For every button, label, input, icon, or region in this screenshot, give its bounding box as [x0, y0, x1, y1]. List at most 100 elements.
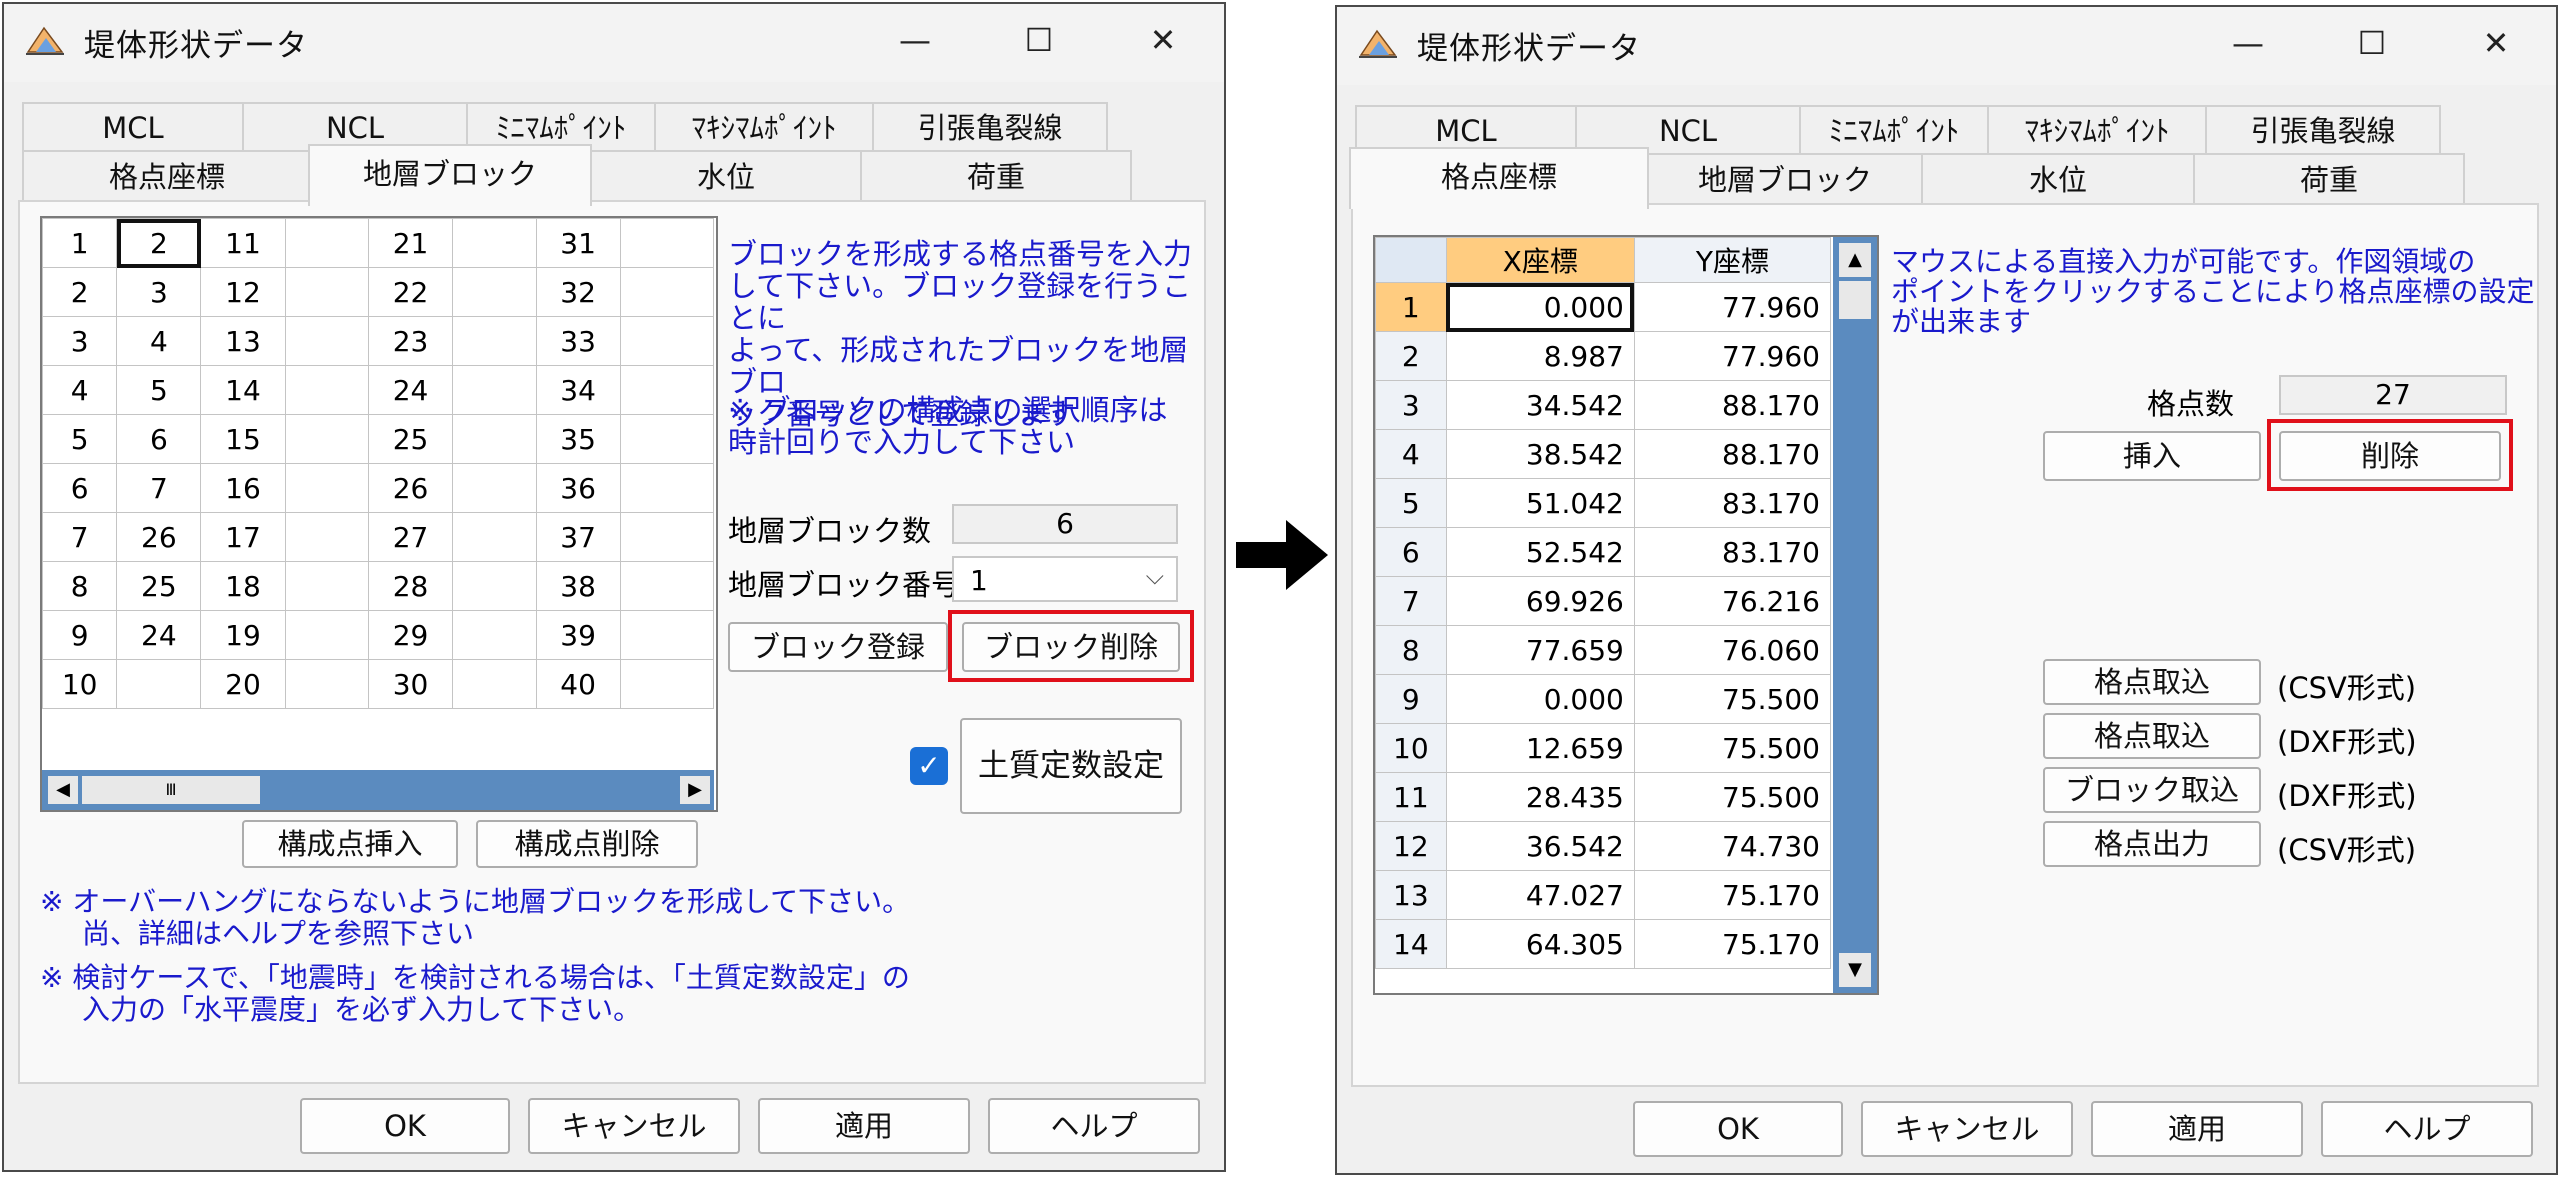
x-coordinate-cell[interactable]: 69.926 — [1445, 576, 1635, 626]
maximize-icon[interactable]: ☐ — [2341, 15, 2403, 71]
grid-cell[interactable]: 29 — [367, 610, 454, 660]
grid-cell[interactable]: 24 — [116, 610, 202, 660]
grid-cell[interactable] — [452, 365, 537, 415]
grid-cell[interactable]: 26 — [367, 463, 454, 513]
grid-cell[interactable] — [452, 316, 537, 366]
row-number[interactable]: 2 — [1375, 331, 1447, 381]
tab-node-coordinates[interactable]: 格点座標 — [1349, 147, 1649, 209]
x-coordinate-cell[interactable]: 0.000 — [1445, 674, 1635, 724]
scroll-up-icon[interactable]: ▲ — [1839, 243, 1871, 277]
grid-cell[interactable]: 39 — [535, 610, 621, 660]
row-number[interactable]: 14 — [1375, 919, 1447, 969]
block-grid[interactable]: 1 2 11 21 31 2 3 12 22 32 3 4 13 23 33 4 5 14 24 34 5 6 15 25 35… — [40, 216, 718, 812]
grid-cell[interactable] — [619, 561, 715, 611]
grid-cell[interactable]: 12 — [200, 267, 286, 317]
grid-cell[interactable]: 16 — [200, 463, 286, 513]
grid-cell[interactable]: 40 — [535, 659, 621, 709]
row-number[interactable]: 12 — [1375, 821, 1447, 871]
grid-cell[interactable]: 3 — [116, 267, 202, 317]
y-coordinate-cell[interactable]: 76.060 — [1633, 625, 1832, 675]
row-number[interactable]: 11 — [1375, 772, 1447, 822]
delete-point-button[interactable]: 構成点削除 — [476, 820, 698, 868]
x-coordinate-cell[interactable]: 51.042 — [1445, 478, 1635, 528]
row-number[interactable]: 13 — [1375, 870, 1447, 920]
tab-layer-block[interactable]: 地層ブロック — [308, 144, 592, 206]
tab-ncl[interactable]: NCL — [242, 102, 468, 150]
x-coordinate-cell[interactable]: 47.027 — [1445, 870, 1635, 920]
grid-cell[interactable]: 38 — [535, 561, 621, 611]
help-button[interactable]: ヘルプ — [2321, 1101, 2533, 1157]
tab-maximum-point[interactable]: ﾏｷｼﾏﾑﾎﾟｲﾝﾄ — [1987, 105, 2207, 153]
tab-mcl[interactable]: MCL — [1355, 105, 1577, 153]
grid-cell[interactable]: 4 — [116, 316, 202, 366]
grid-cell[interactable] — [284, 512, 369, 562]
grid-cell[interactable] — [619, 218, 715, 268]
row-number[interactable]: 7 — [1375, 576, 1447, 626]
column-header-x[interactable]: X座標 — [1445, 237, 1635, 283]
y-coordinate-cell[interactable]: 83.170 — [1633, 527, 1832, 577]
y-coordinate-cell[interactable]: 77.960 — [1633, 331, 1832, 381]
grid-cell[interactable] — [284, 561, 369, 611]
grid-cell[interactable]: 28 — [367, 561, 454, 611]
y-coordinate-cell[interactable]: 75.170 — [1633, 870, 1832, 920]
row-number[interactable]: 6 — [1375, 527, 1447, 577]
import-button[interactable]: 格点出力 — [2043, 821, 2261, 867]
row-number[interactable]: 8 — [1375, 625, 1447, 675]
maximize-icon[interactable]: ☐ — [1008, 12, 1070, 68]
grid-cell[interactable] — [619, 267, 715, 317]
tab-minimum-point[interactable]: ﾐﾆﾏﾑﾎﾟｲﾝﾄ — [466, 102, 656, 150]
grid-cell[interactable] — [619, 610, 715, 660]
grid-cell[interactable]: 24 — [367, 365, 454, 415]
row-number[interactable]: 4 — [1375, 429, 1447, 479]
tab-tension-crack[interactable]: 引張亀裂線 — [2205, 105, 2441, 153]
minimize-icon[interactable]: — — [2217, 15, 2279, 71]
tab-water-level[interactable]: 水位 — [1921, 153, 2195, 203]
grid-cell[interactable]: 31 — [535, 218, 621, 268]
grid-cell[interactable] — [619, 512, 715, 562]
tab-mcl[interactable]: MCL — [22, 102, 244, 150]
grid-cell[interactable] — [452, 267, 537, 317]
y-coordinate-cell[interactable]: 75.170 — [1633, 919, 1832, 969]
y-coordinate-cell[interactable]: 83.170 — [1633, 478, 1832, 528]
import-button[interactable]: 格点取込 — [2043, 713, 2261, 759]
row-number[interactable]: 9 — [1375, 674, 1447, 724]
corner-cell[interactable] — [1375, 237, 1447, 283]
grid-cell[interactable]: 25 — [367, 414, 454, 464]
tab-layer-block[interactable]: 地層ブロック — [1647, 153, 1923, 203]
grid-cell[interactable]: 5 — [116, 365, 202, 415]
x-coordinate-cell[interactable]: 38.542 — [1445, 429, 1635, 479]
grid-cell[interactable]: 34 — [535, 365, 621, 415]
block-table[interactable]: 1 2 11 21 31 2 3 12 22 32 3 4 13 23 33 4 5 14 24 34 5 6 15 25 35… — [42, 218, 715, 709]
grid-cell[interactable]: 25 — [116, 561, 202, 611]
scroll-thumb[interactable]: Ⅲ — [82, 776, 260, 804]
grid-cell[interactable] — [284, 365, 369, 415]
import-button[interactable]: ブロック取込 — [2043, 767, 2261, 813]
row-number[interactable]: 5 — [1375, 478, 1447, 528]
apply-button[interactable]: 適用 — [758, 1098, 970, 1154]
grid-cell[interactable]: 27 — [367, 512, 454, 562]
ok-button[interactable]: OK — [300, 1098, 510, 1154]
y-coordinate-cell[interactable]: 75.500 — [1633, 723, 1832, 773]
soil-constants-button[interactable]: 土質定数設定 — [960, 718, 1182, 814]
grid-cell[interactable] — [619, 316, 715, 366]
x-coordinate-cell[interactable]: 28.435 — [1445, 772, 1635, 822]
y-coordinate-cell[interactable]: 75.500 — [1633, 772, 1832, 822]
x-coordinate-cell[interactable]: 12.659 — [1445, 723, 1635, 773]
x-coordinate-cell[interactable]: 0.000 — [1445, 282, 1635, 332]
horizontal-scrollbar[interactable]: ◀ Ⅲ ▶ — [42, 770, 714, 810]
tab-minimum-point[interactable]: ﾐﾆﾏﾑﾎﾟｲﾝﾄ — [1799, 105, 1989, 153]
grid-cell[interactable] — [284, 463, 369, 513]
grid-cell[interactable]: 23 — [367, 316, 454, 366]
grid-cell[interactable]: 32 — [535, 267, 621, 317]
grid-cell[interactable] — [452, 218, 537, 268]
selected-cell[interactable]: 2 — [116, 218, 202, 268]
import-button[interactable]: 格点取込 — [2043, 659, 2261, 705]
row-number[interactable]: 1 — [1375, 282, 1447, 332]
insert-point-button[interactable]: 構成点挿入 — [242, 820, 458, 868]
grid-cell[interactable] — [116, 659, 202, 709]
grid-cell[interactable]: 7 — [116, 463, 202, 513]
grid-cell[interactable]: 11 — [200, 218, 286, 268]
ok-button[interactable]: OK — [1633, 1101, 1843, 1157]
grid-cell[interactable]: 26 — [116, 512, 202, 562]
grid-cell[interactable] — [284, 610, 369, 660]
